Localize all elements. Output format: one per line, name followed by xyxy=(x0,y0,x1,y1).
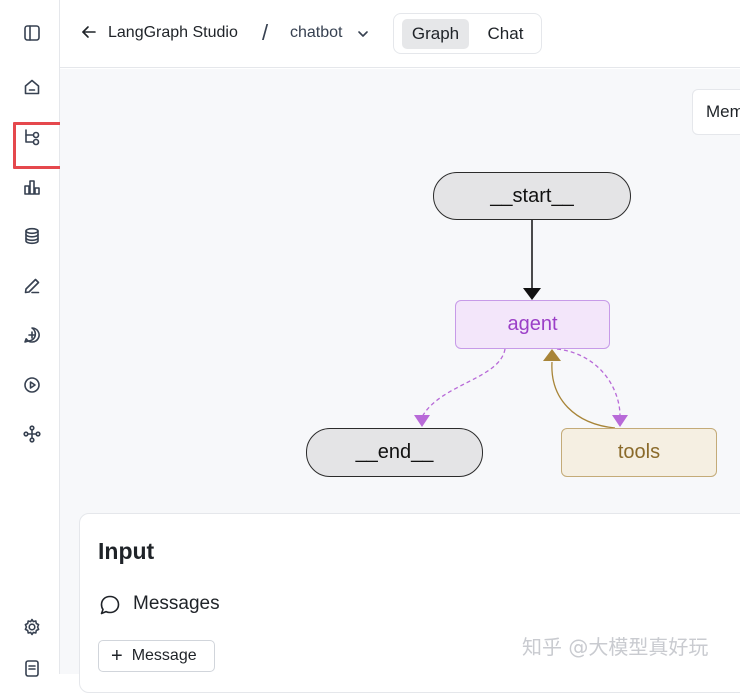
gear-icon[interactable] xyxy=(16,611,48,643)
app-title-link[interactable]: LangGraph Studio xyxy=(108,24,238,42)
node-start[interactable]: __start__ xyxy=(433,172,631,220)
home-icon[interactable] xyxy=(16,71,48,103)
edge-agent-tools-arrow xyxy=(612,415,628,427)
edge-agent-end-arrow xyxy=(414,415,430,427)
chevron-down-icon[interactable] xyxy=(356,27,370,41)
top-bar: LangGraph Studio / chatbot Graph Chat xyxy=(60,0,740,68)
input-panel: Input Messages + Message xyxy=(79,513,740,693)
edge-tools-agent-arrow xyxy=(543,349,561,361)
message-bubble-icon xyxy=(98,593,122,617)
edge-tools-agent xyxy=(551,361,616,429)
tab-graph[interactable]: Graph xyxy=(402,19,469,49)
document-icon[interactable] xyxy=(16,652,48,684)
view-tabs: Graph Chat xyxy=(393,13,542,54)
memory-button[interactable]: Memory xyxy=(692,89,740,135)
left-sidebar xyxy=(0,0,68,677)
tab-chat[interactable]: Chat xyxy=(472,19,539,49)
pen-icon[interactable] xyxy=(16,270,48,302)
messages-label: Messages xyxy=(133,593,220,614)
play-icon[interactable] xyxy=(16,369,48,401)
add-message-label: Message xyxy=(131,647,197,664)
input-title: Input xyxy=(98,538,155,564)
sidebar-toggle-icon[interactable] xyxy=(16,17,48,49)
breadcrumb-separator: / xyxy=(262,20,269,45)
edge-start-agent-arrow xyxy=(523,288,541,300)
back-arrow-icon[interactable] xyxy=(80,23,98,41)
network-icon[interactable] xyxy=(16,418,48,450)
edge-agent-end xyxy=(421,348,506,418)
node-agent[interactable]: agent xyxy=(455,300,610,349)
node-end[interactable]: __end__ xyxy=(306,428,483,477)
node-tools[interactable]: tools xyxy=(561,428,717,477)
add-message-button[interactable]: + Message xyxy=(98,640,215,672)
add-chat-icon[interactable] xyxy=(16,319,48,351)
watermark: 知乎 @大模型真好玩 xyxy=(522,635,709,659)
bar-chart-icon[interactable] xyxy=(16,171,48,203)
graph-selector[interactable]: chatbot xyxy=(290,24,342,42)
plus-icon: + xyxy=(111,645,123,667)
database-icon[interactable] xyxy=(16,220,48,252)
